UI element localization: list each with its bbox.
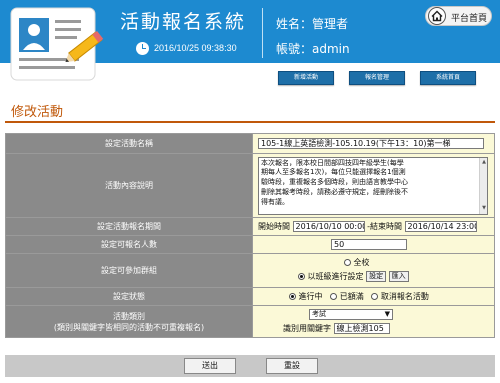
form-action-bar	[5, 355, 495, 377]
chevron-down-icon: ▼	[384, 309, 390, 318]
start-time-label: 開始時間	[258, 222, 290, 231]
category-select-value: 考試	[312, 309, 326, 318]
activity-name-label: 設定活動名稱	[5, 133, 253, 154]
title-divider	[5, 121, 495, 123]
nav-add-activity-button[interactable]: 新增活動	[278, 71, 334, 85]
clock-icon	[136, 42, 149, 55]
activity-name-cell: 105-1線上英語檢測-105.10.19(下午13：10)第一梯	[252, 133, 495, 154]
group-all-label: 全校	[353, 258, 370, 267]
form-row-category: 活動類別 (類別與關鍵字皆相同的活動不可重複報名) 考試 ▼ 識別用關鍵字 線上…	[5, 305, 495, 338]
platform-home-button[interactable]: 平台首頁	[425, 6, 492, 26]
nav-system-home-button[interactable]: 系統首頁	[420, 71, 476, 85]
status-label: 設定狀態	[5, 287, 253, 306]
quota-cell: 50	[252, 235, 495, 254]
desc-line: 期每人至多報名1次)，每位只能選擇報名1個測	[261, 168, 406, 177]
registration-period-label: 設定活動報名期間	[5, 217, 253, 236]
category-note: (類別與關鍵字皆相同的活動不可重複報名)	[53, 322, 205, 332]
group-all-radio[interactable]	[344, 259, 351, 266]
desc-line: 本次報名，限本校日間部四技四年級學生(每學	[261, 158, 404, 167]
user-name: 姓名：管理者	[276, 17, 349, 31]
form-row-period: 設定活動報名期間 開始時間 2016/10/10 00:00 -結束時間 201…	[5, 217, 495, 236]
form-row-status: 設定狀態 進行中 已額滿 取消報名活動	[5, 287, 495, 306]
home-icon	[428, 7, 446, 25]
current-datetime: 2016/10/25 09:38:30	[154, 43, 237, 53]
group-class-label: 以班級進行設定	[307, 272, 364, 281]
form-row-desc: 活動內容說明 本次報名，限本校日間部四技四年級學生(每學 期每人至多報名1次)，…	[5, 153, 495, 218]
reset-button[interactable]: 重設	[266, 358, 318, 374]
keyword-label: 識別用關鍵字	[283, 323, 331, 333]
submit-button[interactable]: 送出	[184, 358, 236, 374]
status-active-label: 進行中	[298, 292, 323, 301]
category-label: 活動類別	[113, 311, 145, 321]
registration-period-cell: 開始時間 2016/10/10 00:00 -結束時間 2016/10/14 2…	[252, 217, 495, 236]
form-row-name: 設定活動名稱 105-1線上英語檢測-105.10.19(下午13：10)第一梯	[5, 133, 495, 154]
activity-desc-textarea[interactable]: 本次報名，限本校日間部四技四年級學生(每學 期每人至多報名1次)，每位只能選擇報…	[258, 156, 488, 215]
end-time-label: -結束時間	[367, 222, 402, 231]
group-class-radio[interactable]	[298, 273, 305, 280]
keyword-input[interactable]: 線上檢測105	[333, 322, 390, 334]
category-cell: 考試 ▼ 識別用關鍵字 線上檢測105	[252, 305, 495, 338]
activity-desc-label: 活動內容說明	[5, 153, 253, 218]
app-title: 活動報名系統	[120, 11, 247, 33]
start-time-input[interactable]: 2016/10/10 00:00	[292, 221, 365, 232]
category-label-cell: 活動類別 (類別與關鍵字皆相同的活動不可重複報名)	[5, 305, 253, 338]
desc-line: 驗時段，重複報名多個時段，則由語言教學中心	[261, 178, 408, 187]
activity-desc-cell: 本次報名，限本校日間部四技四年級學生(每學 期每人至多報名1次)，每位只能選擇報…	[252, 153, 495, 218]
platform-home-label: 平台首頁	[451, 14, 488, 24]
status-full-label: 已額滿	[339, 292, 364, 301]
registration-logo-icon	[10, 7, 104, 81]
status-cancel-radio[interactable]	[371, 293, 379, 300]
activity-name-input[interactable]: 105-1線上英語檢測-105.10.19(下午13：10)第一梯	[258, 138, 484, 149]
status-full-radio[interactable]	[330, 293, 338, 300]
status-cancel-label: 取消報名活動	[380, 292, 429, 301]
status-cell: 進行中 已額滿 取消報名活動	[252, 287, 495, 306]
group-cell: 全校 以班級進行設定 設定 匯入	[252, 253, 495, 288]
form-row-group: 設定可參加群組 全校 以班級進行設定 設定 匯入	[5, 253, 495, 288]
desc-line: 得有議。	[261, 197, 289, 206]
category-select[interactable]: 考試 ▼	[309, 308, 393, 320]
nav-registration-manage-button[interactable]: 報名管理	[349, 71, 405, 85]
desc-scrollbar[interactable]: ▲ ▼	[479, 157, 487, 214]
page-title: 修改活動	[11, 105, 64, 120]
quota-input[interactable]: 50	[331, 239, 407, 250]
status-active-radio[interactable]	[289, 293, 296, 300]
group-set-button[interactable]: 設定	[366, 271, 387, 282]
scroll-up-icon[interactable]: ▲	[481, 158, 487, 168]
scroll-down-icon[interactable]: ▼	[481, 204, 487, 214]
group-import-button[interactable]: 匯入	[388, 271, 409, 282]
edit-activity-form: 設定活動名稱 105-1線上英語檢測-105.10.19(下午13：10)第一梯…	[5, 133, 495, 338]
quota-label: 設定可報名人數	[5, 235, 253, 254]
group-label: 設定可參加群組	[5, 253, 253, 288]
header-divider	[262, 8, 263, 58]
end-time-input[interactable]: 2016/10/14 23:00	[404, 221, 477, 232]
page-root: 活動報名系統 2016/10/25 09:38:30 姓名：管理者 帳號：adm…	[0, 0, 500, 383]
desc-line: 刪除其報考時段，請務必遵守規定，經刪除後不	[261, 187, 408, 196]
form-row-quota: 設定可報名人數 50	[5, 235, 495, 254]
user-account: 帳號：admin	[276, 42, 350, 56]
